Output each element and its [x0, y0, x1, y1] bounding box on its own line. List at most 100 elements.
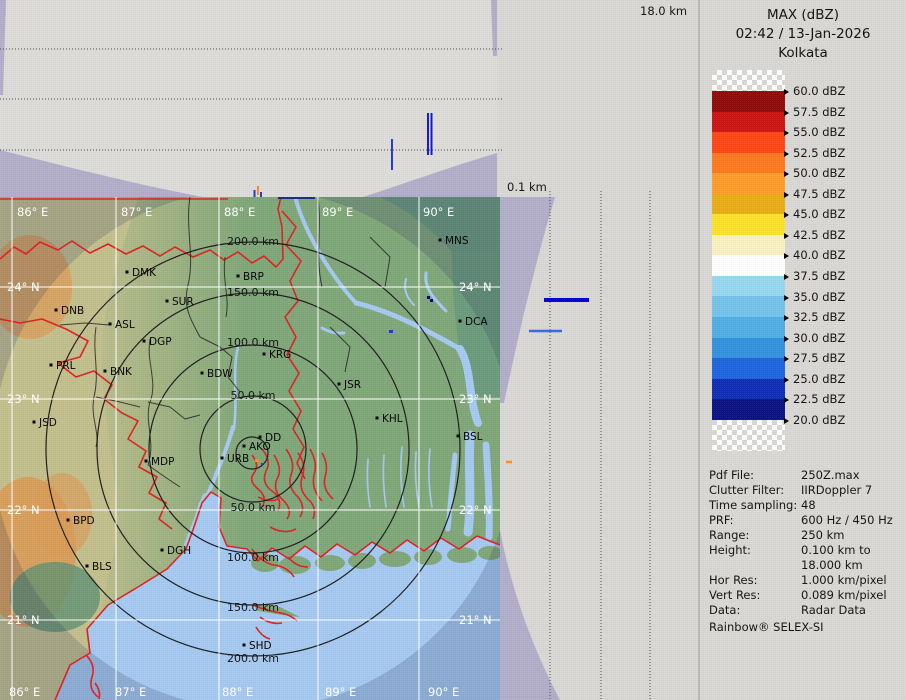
level-pointer-icon	[784, 377, 789, 383]
dbz-color-swatch	[712, 255, 785, 276]
city-dot	[459, 320, 462, 323]
metadata-value: 600 Hz / 450 Hz	[801, 513, 893, 527]
dbz-color-swatch	[712, 132, 785, 153]
metadata-row: 18.000 km	[709, 558, 901, 573]
city-dot	[166, 300, 169, 303]
dbz-level-label: 30.0 dBZ	[784, 331, 845, 345]
city-code-label: MNS	[445, 235, 469, 247]
city-dot	[201, 372, 204, 375]
dbz-color-swatch	[712, 194, 785, 215]
height-axis-min-label: 0.1 km	[507, 180, 547, 194]
metadata-row: Height:0.100 km to	[709, 543, 901, 558]
city-code-label: ASL	[115, 319, 135, 331]
svg-text:90° E: 90° E	[423, 205, 454, 219]
legend-header: MAX (dBZ) 02:42 / 13-Jan-2026 Kolkata	[700, 6, 906, 63]
city-code-label: KHL	[382, 413, 403, 425]
level-pointer-icon	[784, 336, 789, 342]
city-dot	[243, 445, 246, 448]
svg-text:22° N: 22° N	[459, 503, 492, 517]
city-dot	[259, 436, 262, 439]
svg-text:24° N: 24° N	[7, 280, 40, 294]
metadata-label: Pdf File:	[709, 468, 754, 482]
svg-text:200.0 km: 200.0 km	[227, 235, 279, 248]
city-code-label: PRL	[56, 360, 76, 372]
city-code-label: BDW	[207, 368, 233, 380]
dbz-level-label: 55.0 dBZ	[784, 125, 845, 139]
city-dot	[143, 340, 146, 343]
level-pointer-icon	[784, 295, 789, 301]
dbz-level-label: 50.0 dBZ	[784, 166, 845, 180]
metadata-row: PRF: 600 Hz / 450 Hz	[709, 513, 901, 528]
dbz-level-label: 40.0 dBZ	[784, 248, 845, 262]
city-code-label: BRP	[243, 271, 264, 283]
city-code-label: SHD	[249, 640, 272, 652]
city-code-label: DCA	[465, 316, 488, 328]
svg-text:24° N: 24° N	[459, 280, 492, 294]
city-dot	[145, 460, 148, 463]
city-code-label: DGH	[167, 545, 191, 557]
product-metadata: Pdf File: 250Z.maxClutter Filter:IIRDoppl…	[709, 468, 901, 618]
dbz-level-label: 57.5 dBZ	[784, 105, 845, 119]
city-dot	[104, 370, 107, 373]
level-pointer-icon	[784, 151, 789, 157]
dbz-color-swatch	[712, 214, 785, 235]
metadata-value: 18.000 km	[801, 558, 863, 572]
level-pointer-icon	[784, 130, 789, 136]
city-code-label: AKO	[249, 441, 271, 453]
svg-text:23° N: 23° N	[7, 392, 40, 406]
dbz-level-label: 42.5 dBZ	[784, 228, 845, 242]
dbz-level-label: 27.5 dBZ	[784, 351, 845, 365]
city-code-label: BPD	[73, 515, 95, 527]
metadata-value: 0.089 km/pixel	[801, 588, 887, 602]
svg-text:150.0 km: 150.0 km	[227, 601, 279, 614]
city-dot	[376, 417, 379, 420]
city-code-label: DMK	[132, 267, 157, 279]
svg-text:22° N: 22° N	[7, 503, 40, 517]
svg-text:87° E: 87° E	[121, 205, 152, 219]
level-pointer-icon	[784, 233, 789, 239]
city-dot	[109, 323, 112, 326]
level-pointer-icon	[784, 110, 789, 116]
dbz-level-label: 20.0 dBZ	[784, 413, 845, 427]
dbz-level-label: 22.5 dBZ	[784, 392, 845, 406]
metadata-value: 1.000 km/pixel	[801, 573, 887, 587]
level-pointer-icon	[784, 274, 789, 280]
dbz-color-swatch	[712, 379, 785, 400]
metadata-label: PRF:	[709, 513, 734, 527]
city-dot	[67, 519, 70, 522]
dbz-colorbar	[712, 70, 785, 451]
east-height-projection-panel	[498, 191, 700, 700]
station-name: Kolkata	[700, 44, 906, 63]
legend-panel: MAX (dBZ) 02:42 / 13-Jan-2026 Kolkata 60…	[700, 0, 906, 700]
north-height-projection-panel	[0, 0, 497, 197]
metadata-label: Time sampling:	[709, 498, 797, 512]
level-pointer-icon	[784, 89, 789, 95]
city-code-label: MDP	[151, 456, 174, 468]
city-dot	[457, 435, 460, 438]
level-pointer-icon	[784, 356, 789, 362]
dbz-level-label: 35.0 dBZ	[784, 290, 845, 304]
svg-text:100.0 km: 100.0 km	[227, 551, 279, 564]
dbz-color-swatch	[712, 317, 785, 338]
metadata-value: 250Z.max	[801, 468, 860, 482]
dbz-level-label: 52.5 dBZ	[784, 146, 845, 160]
dbz-level-label: 45.0 dBZ	[784, 207, 845, 221]
city-code-label: KRG	[269, 349, 291, 361]
city-dot	[33, 421, 36, 424]
beam-blind-zone	[0, 0, 497, 197]
dbz-color-swatch	[712, 112, 785, 133]
level-pointer-icon	[784, 171, 789, 177]
dbz-level-label: 32.5 dBZ	[784, 310, 845, 324]
product-datetime: 02:42 / 13-Jan-2026	[700, 25, 906, 44]
beam-blind-zone	[500, 197, 560, 700]
metadata-row: Clutter Filter:IIRDoppler 7	[709, 483, 901, 498]
svg-text:21° N: 21° N	[7, 613, 40, 627]
metadata-label: Data:	[709, 603, 740, 617]
transparent-swatch	[712, 70, 785, 91]
transparent-swatch	[712, 420, 785, 451]
height-gridlines	[550, 191, 650, 700]
city-dot	[161, 549, 164, 552]
city-code-label: BSL	[463, 431, 483, 443]
metadata-row: Pdf File: 250Z.max	[709, 468, 901, 483]
metadata-row: Time sampling:48	[709, 498, 901, 513]
